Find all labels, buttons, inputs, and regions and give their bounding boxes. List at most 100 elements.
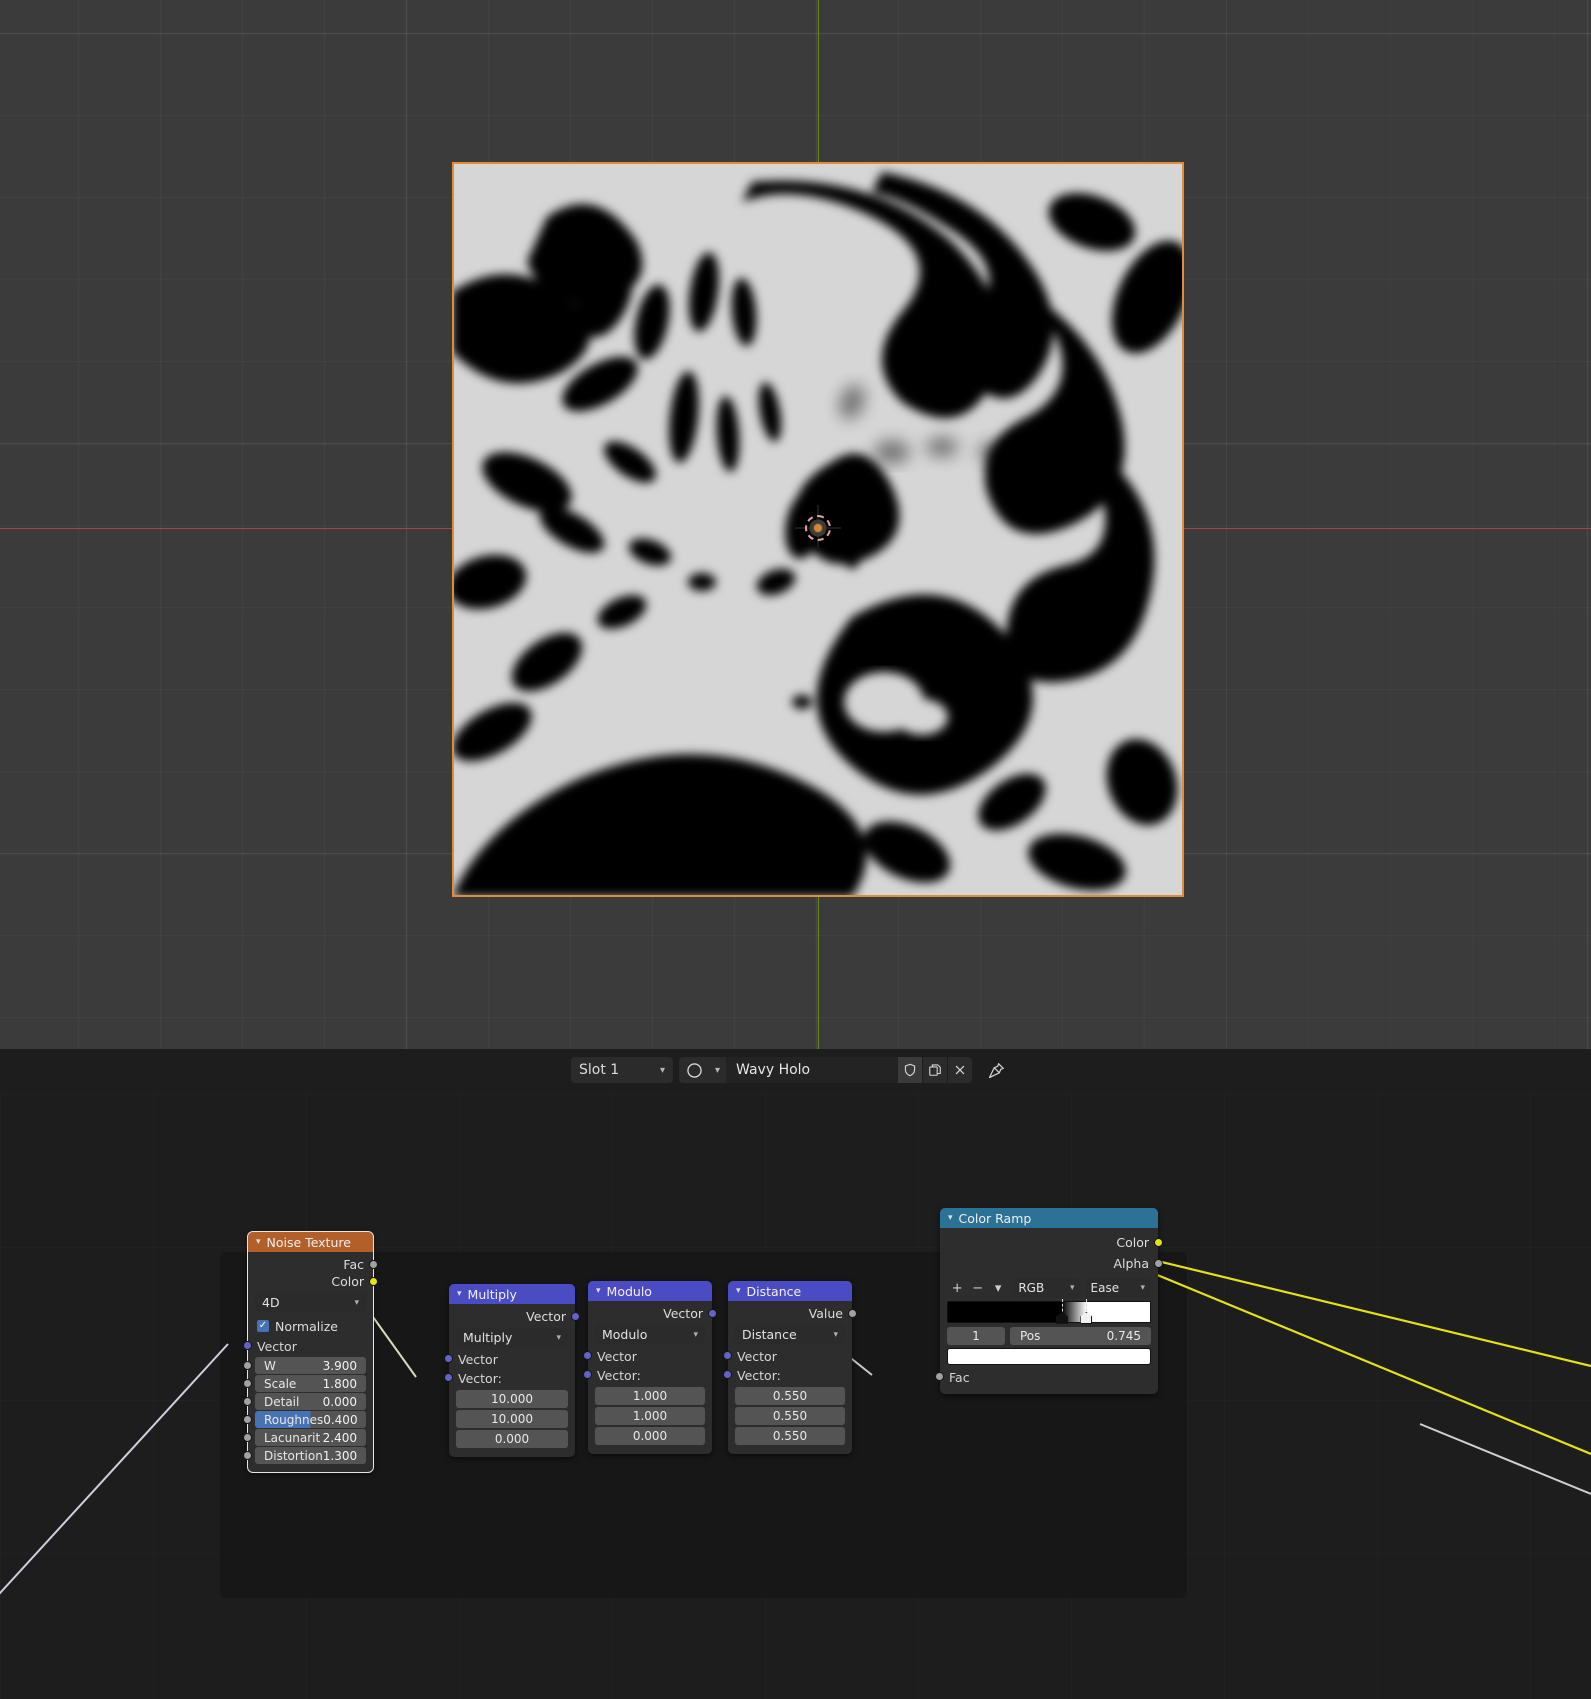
socket-dot[interactable]	[243, 1451, 252, 1460]
normalize-checkbox-row[interactable]: ✓ Normalize	[248, 1315, 373, 1337]
color-ramp-gradient-bar[interactable]	[947, 1299, 1151, 1324]
vector-x-field[interactable]: 10.000	[456, 1390, 568, 1408]
node-header-distance[interactable]: ▾ Distance	[728, 1281, 852, 1301]
node-vector-distance[interactable]: ▾ Distance Value Distance ▾ Vector Vecto…	[723, 1281, 857, 1454]
vector-y-field[interactable]: 1.000	[595, 1407, 705, 1425]
color-mode-dropdown[interactable]: RGB ▾	[1012, 1278, 1081, 1298]
ramp-menu-button[interactable]: ▾	[988, 1278, 1008, 1298]
3d-viewport[interactable]	[0, 0, 1591, 1049]
socket-dot[interactable]	[243, 1415, 252, 1424]
node-vector-multiply[interactable]: ▾ Multiply Vector Multiply ▾ Vector Vect…	[444, 1284, 580, 1457]
vector-x-field[interactable]: 1.000	[595, 1387, 705, 1405]
chevron-down-icon: ▾	[354, 1297, 359, 1308]
socket-dot[interactable]	[848, 1309, 857, 1318]
input-socket-fac[interactable]: Fac	[935, 1368, 1158, 1387]
dimension-dropdown[interactable]: 4D ▾	[255, 1293, 366, 1312]
input-socket-vector-a[interactable]: Vector	[723, 1347, 852, 1366]
operation-dropdown[interactable]: Distance ▾	[735, 1325, 845, 1344]
output-socket-fac[interactable]: Fac	[248, 1256, 378, 1273]
socket-dot[interactable]	[243, 1341, 252, 1350]
output-socket-color[interactable]: Color	[248, 1273, 378, 1290]
socket-dot[interactable]	[723, 1351, 732, 1360]
vector-z-field[interactable]: 0.000	[595, 1427, 705, 1445]
chevron-down-icon[interactable]: ▾	[948, 1213, 953, 1223]
socket-dot[interactable]	[583, 1351, 592, 1360]
input-socket-vector-b[interactable]: Vector:	[444, 1369, 575, 1388]
socket-dot[interactable]	[369, 1277, 378, 1286]
new-material-button[interactable]	[922, 1057, 948, 1083]
node-header-noise-texture[interactable]: ▾ Noise Texture	[248, 1232, 373, 1252]
input-socket-vector-a[interactable]: Vector	[444, 1350, 575, 1369]
unlink-material-button[interactable]	[947, 1057, 973, 1083]
socket-dot[interactable]	[243, 1433, 252, 1442]
vector-z-field[interactable]: 0.550	[735, 1427, 845, 1445]
prop-label: Detail	[264, 1394, 300, 1409]
input-socket-vector-a[interactable]: Vector	[583, 1347, 712, 1366]
node-vector-modulo[interactable]: ▾ Modulo Vector Modulo ▾ Vector Vector: …	[583, 1281, 717, 1454]
node-noise-texture[interactable]: ▾ Noise Texture Fac Color 4D ▾ ✓ Normali…	[243, 1231, 378, 1473]
vector-y-field[interactable]: 10.000	[456, 1410, 568, 1428]
output-socket-color[interactable]: Color	[940, 1232, 1163, 1253]
chevron-down-icon[interactable]: ▾	[256, 1237, 261, 1247]
ramp-stop-position[interactable]: Pos 0.745	[1010, 1327, 1151, 1345]
add-stop-button[interactable]: +	[947, 1278, 967, 1298]
output-socket-value[interactable]: Value	[728, 1305, 857, 1322]
socket-dot[interactable]	[708, 1309, 717, 1318]
vector-y-field[interactable]: 0.550	[735, 1407, 845, 1425]
remove-stop-button[interactable]: −	[967, 1278, 987, 1298]
socket-dot[interactable]	[243, 1361, 252, 1370]
input-socket-vector[interactable]: Vector	[243, 1337, 373, 1356]
input-socket-vector-b[interactable]: Vector:	[583, 1366, 712, 1385]
node-header-multiply[interactable]: ▾ Multiply	[449, 1284, 575, 1304]
socket-dot[interactable]	[369, 1260, 378, 1269]
socket-dot[interactable]	[583, 1370, 592, 1379]
output-label: Color	[331, 1274, 364, 1289]
node-header-modulo[interactable]: ▾ Modulo	[588, 1281, 712, 1301]
input-socket-vector-b[interactable]: Vector:	[723, 1366, 852, 1385]
node-header-color-ramp[interactable]: ▾ Color Ramp	[940, 1208, 1158, 1228]
chevron-down-icon: ▾	[1069, 1283, 1075, 1293]
socket-dot[interactable]	[1154, 1238, 1163, 1247]
shield-icon	[904, 1063, 916, 1077]
pos-value: 0.745	[1106, 1329, 1141, 1343]
ramp-stop-color-swatch[interactable]	[947, 1348, 1151, 1365]
browse-material-button[interactable]: ▾	[679, 1062, 726, 1078]
operation-dropdown[interactable]: Multiply ▾	[456, 1328, 568, 1347]
color-ramp-toolbar: + − ▾ RGB ▾ Ease ▾	[947, 1278, 1152, 1298]
socket-dot[interactable]	[444, 1373, 453, 1382]
operation-dropdown[interactable]: Modulo ▾	[595, 1325, 705, 1344]
vector-z-field[interactable]: 0.000	[456, 1430, 568, 1448]
socket-dot[interactable]	[243, 1379, 252, 1388]
shader-node-editor[interactable]: ▾ Noise Texture Fac Color 4D ▾ ✓ Normali…	[0, 1094, 1591, 1699]
socket-dot[interactable]	[243, 1397, 252, 1406]
socket-dot[interactable]	[444, 1354, 453, 1363]
chevron-down-icon[interactable]: ▾	[736, 1286, 741, 1296]
checkbox-checked-icon[interactable]: ✓	[257, 1320, 269, 1332]
output-label: Value	[808, 1306, 843, 1321]
socket-dot[interactable]	[723, 1370, 732, 1379]
material-name-field[interactable]: Wavy Holo	[726, 1057, 899, 1083]
ramp-stop-index[interactable]: 1	[947, 1327, 1005, 1345]
prop-lacunarity[interactable]: Lacunarit 2.400	[243, 1429, 366, 1446]
fake-user-button[interactable]	[898, 1057, 923, 1083]
output-socket-alpha[interactable]: Alpha	[940, 1253, 1163, 1274]
chevron-down-icon[interactable]: ▾	[457, 1289, 462, 1299]
prop-detail[interactable]: Detail 0.000	[243, 1393, 366, 1410]
prop-w[interactable]: W 3.900	[243, 1357, 366, 1374]
output-socket-vector[interactable]: Vector	[588, 1305, 717, 1322]
socket-dot[interactable]	[571, 1312, 580, 1321]
chevron-down-icon[interactable]: ▾	[596, 1286, 601, 1296]
socket-dot[interactable]	[1154, 1259, 1163, 1268]
prop-scale[interactable]: Scale 1.800	[243, 1375, 366, 1392]
interpolation-dropdown[interactable]: Ease ▾	[1084, 1278, 1152, 1298]
node-color-ramp[interactable]: ▾ Color Ramp Color Alpha + − ▾ RGB ▾ Eas…	[935, 1208, 1163, 1394]
socket-dot[interactable]	[935, 1372, 944, 1381]
output-socket-vector[interactable]: Vector	[449, 1308, 580, 1325]
prop-distortion[interactable]: Distortion 1.300	[243, 1447, 366, 1464]
chevron-down-icon: ▾	[1140, 1283, 1146, 1293]
slot-select[interactable]: Slot 1 ▾	[571, 1057, 673, 1083]
pin-button[interactable]	[988, 1062, 1005, 1079]
prop-roughness[interactable]: Roughnes 0.400	[243, 1411, 366, 1428]
vector-x-field[interactable]: 0.550	[735, 1387, 845, 1405]
pos-label: Pos	[1020, 1329, 1041, 1343]
